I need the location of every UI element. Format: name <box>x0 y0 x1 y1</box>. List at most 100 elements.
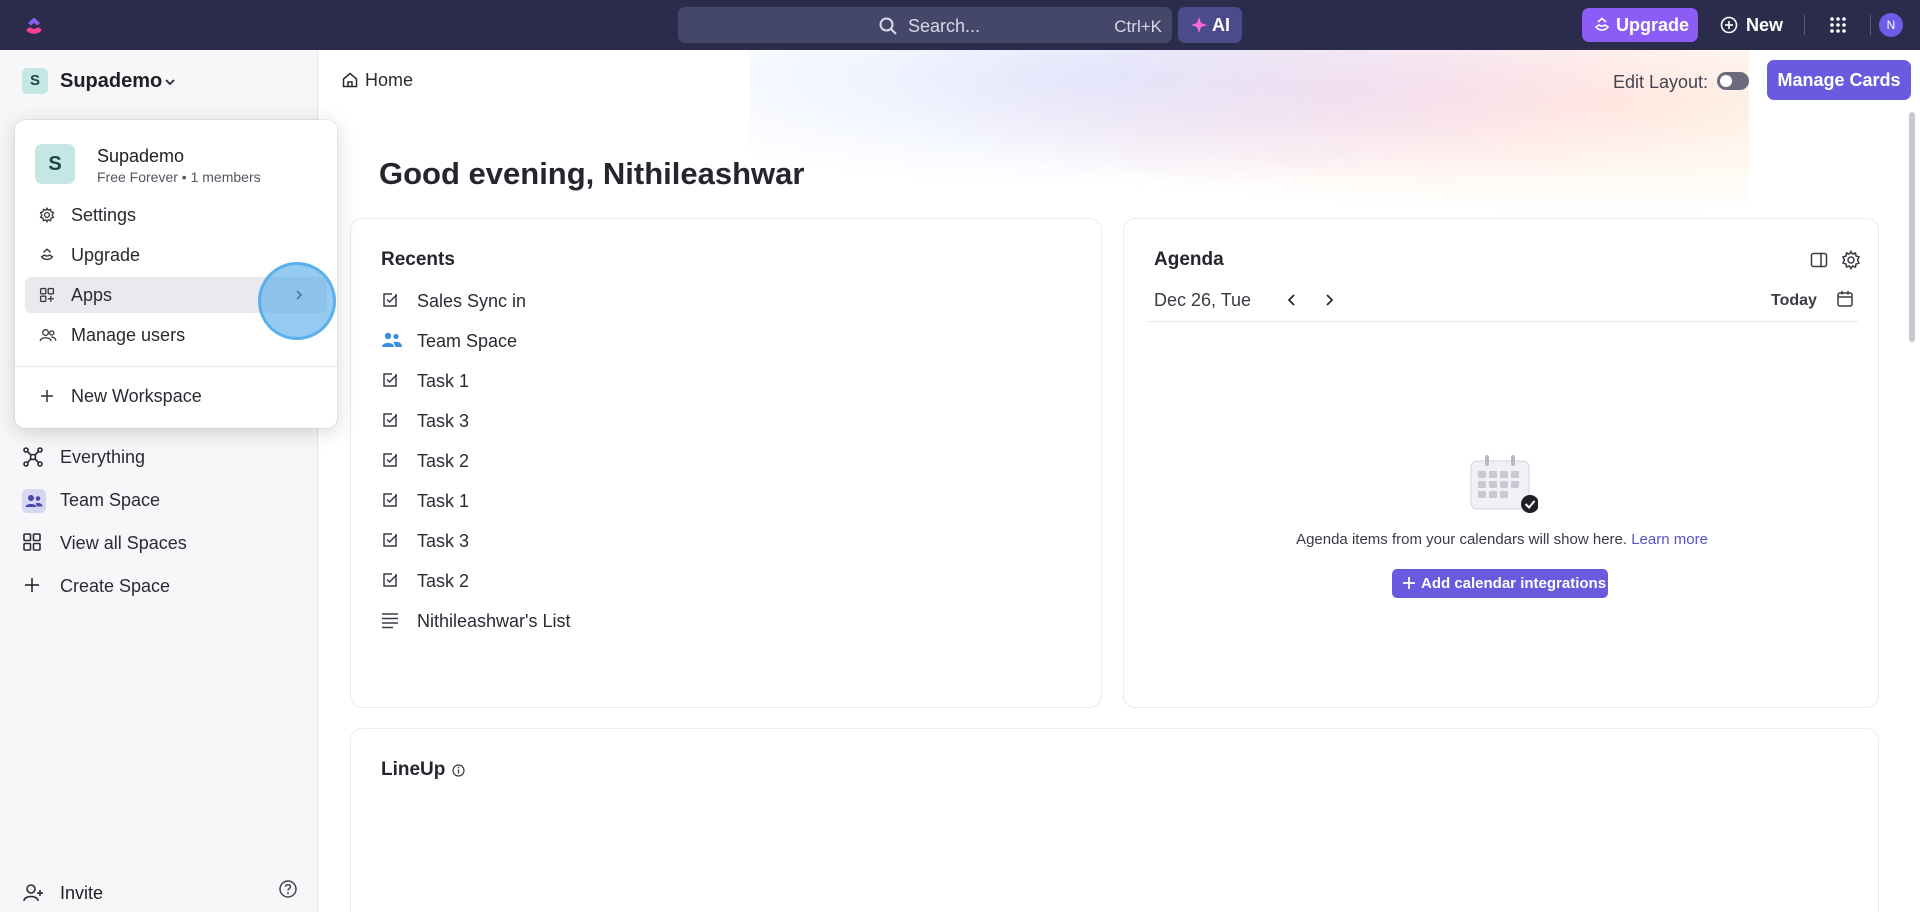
menu-divider <box>15 366 337 367</box>
app-grid-icon[interactable] <box>1829 16 1847 34</box>
toggle-knob <box>1720 75 1732 87</box>
task-icon <box>381 371 399 389</box>
workspace-name: Supademo <box>60 70 163 92</box>
sidebar-item-label: Create Space <box>60 576 171 596</box>
top-bar: Search... Ctrl+K AI Upgrade New N <box>0 0 1920 50</box>
recent-item-label: Task 1 <box>417 491 470 511</box>
agenda-empty-message: Agenda items from your calendars will sh… <box>1124 531 1880 548</box>
plus-icon <box>22 575 42 595</box>
sidebar-item-label: Team Space <box>60 490 161 510</box>
clickup-logo[interactable] <box>20 12 48 40</box>
click-indicator <box>258 262 336 340</box>
everything-icon <box>22 446 44 468</box>
recent-item-label: Task 3 <box>417 531 470 551</box>
info-icon[interactable] <box>452 764 465 777</box>
agenda-date: Dec 26, Tue <box>1154 290 1252 310</box>
recent-item-label: Task 2 <box>417 451 470 471</box>
recents-card: Recents Sales Sync in Team Space Task 1 … <box>350 218 1102 708</box>
agenda-empty-text: Agenda items from your calendars will sh… <box>1296 531 1628 548</box>
search-icon <box>878 16 898 36</box>
calendar-illustration-icon <box>1468 451 1538 517</box>
help-icon[interactable] <box>278 879 298 899</box>
menu-item-label: Upgrade <box>71 245 141 265</box>
sidebar-item-label: View all Spaces <box>60 533 187 553</box>
upgrade-icon <box>39 247 55 263</box>
agenda-divider <box>1148 321 1858 322</box>
sparkle-icon <box>1190 16 1208 34</box>
recent-item-label: Task 3 <box>417 411 470 431</box>
add-calendar-label: Add calendar integrations <box>1421 575 1607 592</box>
sidebar-item-team-space[interactable]: Team Space <box>22 483 302 517</box>
user-plus-icon <box>22 882 44 904</box>
recent-item-label: Nithileashwar's List <box>417 611 571 631</box>
recent-item-label: Task 1 <box>417 371 470 391</box>
home-icon <box>341 71 359 89</box>
recent-item-label: Sales Sync in <box>417 291 527 311</box>
today-button[interactable]: Today <box>1771 292 1817 310</box>
menu-item-settings[interactable]: Settings <box>25 197 327 233</box>
task-icon <box>381 491 399 509</box>
menu-item-label: Settings <box>71 205 137 225</box>
workspace-name: Supademo <box>97 146 185 166</box>
task-icon <box>381 291 399 309</box>
ai-label: AI <box>1212 15 1230 35</box>
menu-item-new-workspace[interactable]: New Workspace <box>25 378 327 414</box>
agenda-card: Agenda Dec 26, Tue Today Agenda items fr… <box>1123 218 1879 708</box>
search-placeholder: Search... <box>908 16 981 36</box>
chevron-right-icon[interactable] <box>1322 293 1336 307</box>
workspace-avatar: S <box>22 68 48 94</box>
task-icon <box>381 571 399 589</box>
new-label: New <box>1746 15 1784 35</box>
topbar-divider <box>1804 15 1805 35</box>
menu-item-label: Apps <box>71 285 113 305</box>
team-space-icon <box>22 489 46 513</box>
sidebar-item-create-space[interactable]: Create Space <box>22 569 302 603</box>
upgrade-label: Upgrade <box>1616 15 1690 35</box>
chevron-down-icon <box>163 75 177 89</box>
upgrade-button[interactable]: Upgrade <box>1582 8 1698 42</box>
search-bar[interactable]: Search... Ctrl+K <box>678 7 1172 43</box>
recent-item-label: Team Space <box>417 331 518 351</box>
breadcrumb-home: Home <box>365 70 414 90</box>
workspace-avatar: S <box>35 144 75 184</box>
apps-icon <box>39 287 55 303</box>
task-icon <box>381 411 399 429</box>
gear-icon[interactable] <box>1841 250 1861 270</box>
learn-more-link[interactable]: Learn more <box>1631 531 1708 548</box>
team-icon <box>381 331 403 349</box>
menu-item-label: Manage users <box>71 325 186 345</box>
sidebar-item-label: Everything <box>60 447 146 467</box>
task-icon <box>381 451 399 469</box>
list-icon <box>381 611 399 629</box>
header-gradient <box>749 50 1749 220</box>
agenda-title: Agenda <box>1154 249 1224 270</box>
chevron-left-icon[interactable] <box>1285 293 1299 307</box>
edit-layout-label: Edit Layout: <box>1613 72 1709 92</box>
new-button[interactable]: New <box>1718 8 1788 42</box>
page-title: Good evening, Nithileashwar <box>379 156 805 191</box>
workspace-plan: Free Forever • 1 members <box>97 169 261 185</box>
task-icon <box>381 531 399 549</box>
ai-button[interactable]: AI <box>1178 7 1242 43</box>
plus-icon <box>39 388 55 404</box>
lineup-title: LineUp <box>381 759 446 780</box>
main-scrollbar[interactable] <box>1909 112 1915 342</box>
sidebar-item-view-all-spaces[interactable]: View all Spaces <box>22 526 302 560</box>
calendar-icon[interactable] <box>1836 290 1854 308</box>
add-calendar-integrations-button[interactable]: Add calendar integrations <box>1392 569 1608 598</box>
search-shortcut: Ctrl+K <box>1114 17 1162 36</box>
plus-circle-icon <box>1720 16 1738 34</box>
sidebar-item-everything[interactable]: Everything <box>22 440 302 474</box>
recents-title: Recents <box>381 249 455 270</box>
gear-icon <box>39 207 55 223</box>
upgrade-icon <box>1593 16 1611 34</box>
menu-item-label: New Workspace <box>71 386 202 406</box>
main-content: Home Edit Layout: Manage Cards Good even… <box>319 50 1920 912</box>
invite-button[interactable]: Invite <box>22 876 302 910</box>
manage-cards-button[interactable]: Manage Cards <box>1767 60 1911 100</box>
lineup-card: LineUp <box>350 728 1879 912</box>
user-avatar[interactable]: N <box>1879 13 1903 37</box>
edit-layout-toggle[interactable] <box>1717 72 1749 90</box>
grid-icon <box>22 532 42 552</box>
side-panel-icon[interactable] <box>1810 251 1828 269</box>
